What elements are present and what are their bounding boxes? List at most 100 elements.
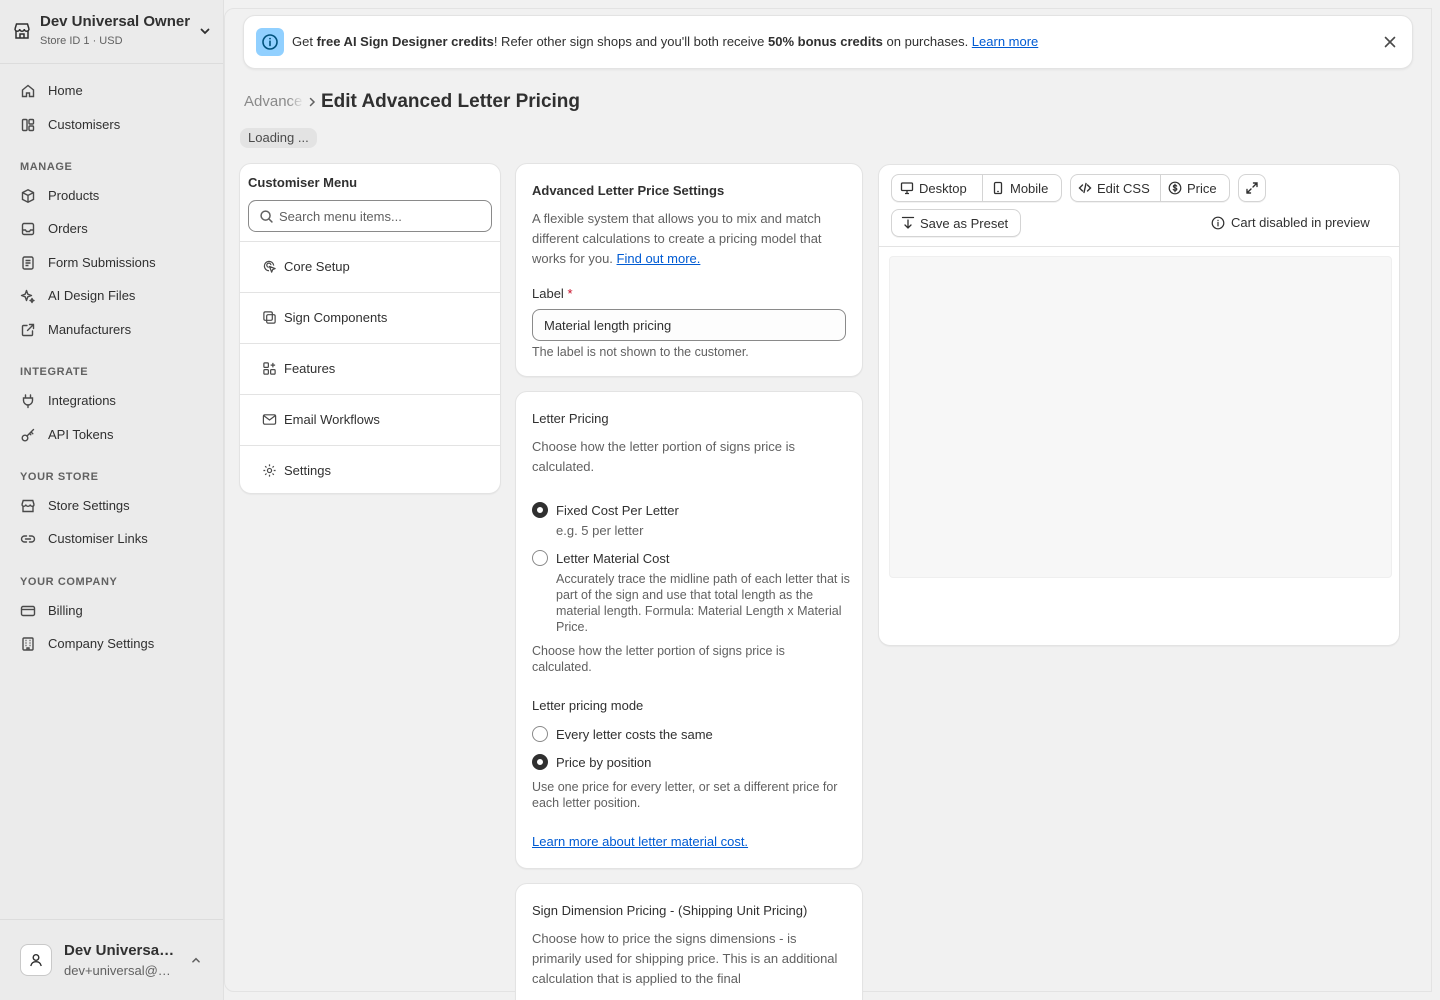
nav-label-customiser-links: Customiser Links bbox=[48, 531, 148, 546]
menu-search-input[interactable] bbox=[279, 201, 489, 231]
email-icon bbox=[262, 414, 277, 425]
menu-item-settings[interactable]: Settings bbox=[240, 445, 500, 496]
find-out-more-link[interactable]: Find out more. bbox=[617, 251, 701, 266]
fixed-cost-hint: e.g. 5 per letter bbox=[556, 523, 644, 538]
learn-material-cost-link[interactable]: Learn more about letter material cost. bbox=[532, 832, 748, 852]
nav-item-customisers[interactable]: Customisers bbox=[8, 110, 214, 140]
user-email: dev+universal@example.com bbox=[64, 963, 174, 978]
info-icon bbox=[1211, 216, 1225, 230]
user-name: Dev Universal Owner bbox=[64, 942, 176, 959]
nav-item-api-tokens[interactable]: API Tokens bbox=[8, 420, 214, 450]
expand-icon bbox=[1246, 182, 1258, 194]
store-name: Dev Universal Owner bbox=[40, 13, 191, 30]
save-as-preset-button[interactable]: Save as Preset bbox=[891, 209, 1021, 237]
home-icon bbox=[21, 84, 35, 98]
letter-pricing-card: Letter Pricing Choose how the letter por… bbox=[515, 391, 863, 869]
layout-grid-icon bbox=[21, 118, 35, 132]
nav-label-ai-design-files: AI Design Files bbox=[48, 288, 136, 303]
menu-item-features[interactable]: Features bbox=[240, 343, 500, 394]
desktop-button[interactable]: Desktop bbox=[892, 175, 982, 201]
material-cost-label[interactable]: Letter Material Cost bbox=[556, 551, 669, 566]
inbox-icon bbox=[21, 222, 35, 236]
building-icon bbox=[22, 637, 34, 651]
fixed-cost-radio[interactable] bbox=[532, 502, 548, 518]
letter-pricing-mode-title: Letter pricing mode bbox=[532, 698, 644, 713]
price-settings-title: Advanced Letter Price Settings bbox=[532, 183, 725, 198]
nav-item-orders[interactable]: Orders bbox=[8, 214, 214, 244]
desktop-icon bbox=[900, 182, 914, 195]
price-button[interactable]: Price bbox=[1161, 175, 1229, 201]
device-toggle: Desktop Mobile bbox=[891, 174, 1062, 202]
every-letter-same-radio[interactable] bbox=[532, 726, 548, 742]
link-icon bbox=[20, 535, 36, 543]
price-by-position-label[interactable]: Price by position bbox=[556, 755, 651, 770]
nav-label-billing: Billing bbox=[48, 603, 83, 618]
info-icon bbox=[256, 28, 284, 56]
dimension-pricing-title: Sign Dimension Pricing - (Shipping Unit … bbox=[532, 903, 808, 918]
label-help-text: The label is not shown to the customer. bbox=[532, 345, 749, 359]
price-by-position-radio[interactable] bbox=[532, 754, 548, 770]
external-link-icon bbox=[21, 323, 35, 337]
sidebar: Dev Universal Owner Store ID 1 · USD Hom… bbox=[0, 0, 224, 1000]
search-icon bbox=[260, 210, 273, 223]
nav-item-company-settings[interactable]: Company Settings bbox=[8, 629, 214, 659]
credit-card-icon bbox=[20, 605, 36, 617]
nav-label-home: Home bbox=[48, 83, 83, 98]
nav-section-your-company: YOUR COMPANY bbox=[20, 576, 118, 588]
edit-css-button[interactable]: Edit CSS bbox=[1071, 175, 1160, 201]
nav-item-customiser-links[interactable]: Customiser Links bbox=[8, 524, 214, 554]
banner-learn-more-link[interactable]: Learn more bbox=[972, 34, 1038, 49]
dimension-pricing-card: Sign Dimension Pricing - (Shipping Unit … bbox=[515, 883, 863, 1000]
loading-badge: Loading ... bbox=[240, 128, 317, 148]
menu-item-email-workflows[interactable]: Email Workflows bbox=[240, 394, 500, 445]
nav-label-products: Products bbox=[48, 188, 100, 203]
fixed-cost-label[interactable]: Fixed Cost Per Letter bbox=[556, 503, 679, 518]
nav-item-home[interactable]: Home bbox=[8, 76, 214, 106]
nav-label-form-submissions: Form Submissions bbox=[48, 255, 156, 270]
code-icon bbox=[1078, 182, 1092, 194]
customiser-menu-title: Customiser Menu bbox=[248, 175, 358, 190]
menu-item-core-setup[interactable]: Core Setup bbox=[240, 241, 500, 292]
price-settings-description: A flexible system that allows you to mix… bbox=[532, 211, 822, 266]
nav-item-manufacturers[interactable]: Manufacturers bbox=[8, 315, 214, 345]
nav-label-customisers: Customisers bbox=[48, 117, 121, 132]
chevron-right-icon bbox=[309, 97, 316, 107]
layers-icon bbox=[263, 311, 276, 324]
store-icon bbox=[14, 23, 30, 39]
nav-item-integrations[interactable]: Integrations bbox=[8, 386, 214, 416]
preview-panel: Desktop Mobile Edit CSS Price Save as Pr… bbox=[878, 164, 1400, 646]
banner-message: Get free AI Sign Designer credits! Refer… bbox=[292, 34, 1039, 49]
every-letter-same-label[interactable]: Every letter costs the same bbox=[556, 727, 713, 742]
dollar-circle-icon bbox=[1168, 181, 1182, 195]
avatar bbox=[20, 944, 52, 976]
close-icon[interactable] bbox=[1382, 34, 1398, 50]
form-icon bbox=[22, 256, 34, 270]
sparkle-icon bbox=[20, 289, 35, 304]
letter-pricing-mode-help: Use one price for every letter, or set a… bbox=[532, 780, 838, 810]
dimension-pricing-description: Choose how to price the signs dimensions… bbox=[532, 931, 838, 986]
material-cost-radio[interactable] bbox=[532, 550, 548, 566]
nav-item-store-settings[interactable]: Store Settings bbox=[8, 491, 214, 521]
store-switcher[interactable]: Dev Universal Owner Store ID 1 · USD bbox=[0, 0, 223, 64]
expand-button[interactable] bbox=[1238, 174, 1266, 202]
preview-canvas[interactable] bbox=[889, 256, 1392, 578]
nav-section-your-store: YOUR STORE bbox=[20, 471, 99, 483]
letter-pricing-title: Letter Pricing bbox=[532, 411, 609, 426]
label-input[interactable] bbox=[532, 309, 846, 341]
key-icon bbox=[21, 428, 35, 442]
mobile-button[interactable]: Mobile bbox=[983, 175, 1061, 201]
menu-item-sign-components[interactable]: Sign Components bbox=[240, 292, 500, 343]
nav-item-billing[interactable]: Billing bbox=[8, 596, 214, 626]
customiser-menu-card: Customiser Menu Core Setup Sign Componen… bbox=[239, 163, 501, 494]
gear-icon bbox=[263, 464, 276, 477]
nav-label-orders: Orders bbox=[48, 221, 88, 236]
nav-section-manage: MANAGE bbox=[20, 161, 73, 173]
nav-item-form-submissions[interactable]: Form Submissions bbox=[8, 248, 214, 278]
nav-item-products[interactable]: Products bbox=[8, 181, 214, 211]
nav-label-company-settings: Company Settings bbox=[48, 636, 155, 651]
chevron-down-icon bbox=[200, 28, 210, 35]
plug-icon bbox=[22, 394, 34, 409]
nav-item-ai-design-files[interactable]: AI Design Files bbox=[8, 281, 214, 311]
store-icon bbox=[21, 499, 35, 513]
chevron-up-icon bbox=[192, 957, 200, 963]
